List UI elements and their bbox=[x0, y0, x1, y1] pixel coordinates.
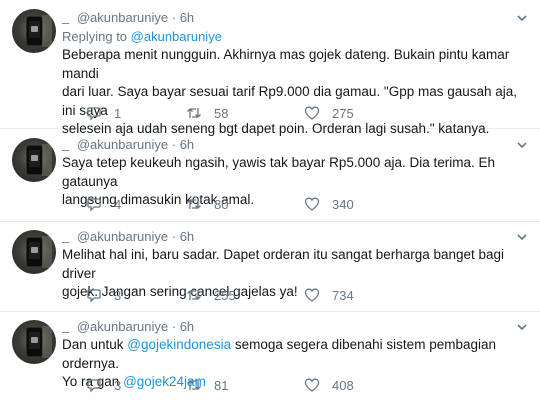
retweet-button[interactable]: 81 bbox=[186, 376, 228, 394]
tweet-text: Melihat hal ini, baru sadar. Dapet order… bbox=[62, 246, 532, 302]
handle[interactable]: @akunbaruniye bbox=[77, 10, 168, 25]
retweet-count: 81 bbox=[214, 377, 229, 393]
avatar[interactable] bbox=[12, 9, 56, 53]
reply-icon bbox=[87, 107, 101, 121]
tweet-text: Saya tetep keukeuh ngasih, yawis tak bay… bbox=[62, 154, 532, 210]
replying-to: Replying to @akunbaruniye bbox=[62, 29, 222, 44]
tweet-thread: _ @akunbaruniye · 6h Replying to @akunba… bbox=[0, 0, 540, 410]
tweet-text-line: dari luar. Saya bayar sesuai tarif Rp9.0… bbox=[62, 84, 518, 118]
chevron-down-icon[interactable] bbox=[516, 321, 528, 333]
retweet-icon bbox=[187, 108, 201, 118]
replying-label: Replying to bbox=[62, 29, 128, 44]
like-icon bbox=[304, 288, 320, 302]
reply-button[interactable]: 3 bbox=[86, 286, 121, 304]
tweet-header: _ @akunbaruniye · 6h bbox=[62, 229, 195, 244]
like-count: 275 bbox=[332, 105, 354, 121]
like-count: 734 bbox=[332, 287, 354, 303]
reply-icon bbox=[87, 379, 101, 393]
chevron-down-icon[interactable] bbox=[516, 139, 528, 151]
chevron-down-icon[interactable] bbox=[516, 12, 528, 24]
reply-count: 3 bbox=[114, 377, 122, 393]
mention-link[interactable]: @gojekindonesia bbox=[127, 337, 231, 352]
timestamp[interactable]: 6h bbox=[180, 319, 194, 334]
tweet[interactable]: _ @akunbaruniye · 6h Replying to @akunba… bbox=[0, 0, 540, 136]
tweet-header: _ @akunbaruniye · 6h bbox=[62, 10, 195, 25]
reply-count: 4 bbox=[114, 196, 122, 212]
like-button[interactable]: 408 bbox=[304, 376, 354, 394]
retweet-count: 58 bbox=[214, 105, 229, 121]
reply-button[interactable]: 1 bbox=[86, 104, 121, 122]
avatar[interactable] bbox=[12, 138, 56, 182]
tweet-text-line: Dan untuk @gojekindonesia semoga segera … bbox=[62, 337, 496, 371]
timestamp[interactable]: 6h bbox=[180, 229, 194, 244]
like-icon bbox=[304, 197, 320, 211]
tweet-text-line: Yo ra gan @gojek24jam bbox=[62, 374, 206, 389]
avatar[interactable] bbox=[12, 320, 56, 364]
tweet-text: Beberapa menit nungguin. Akhirnya mas go… bbox=[62, 46, 532, 139]
tweet-text-line: gojek. Jangan sering cancel gajelas ya! bbox=[62, 284, 298, 299]
tweet-text-line: Melihat hal ini, baru sadar. Dapet order… bbox=[62, 247, 505, 281]
tweet[interactable]: _ @akunbaruniye · 6h Saya tetep keukeuh … bbox=[0, 129, 540, 222]
replying-handle-link[interactable]: @akunbaruniye bbox=[131, 29, 222, 44]
tweet-text-line: Beberapa menit nungguin. Akhirnya mas go… bbox=[62, 47, 510, 81]
display-name[interactable]: _ bbox=[62, 319, 69, 334]
reply-count: 3 bbox=[114, 287, 122, 303]
like-icon bbox=[304, 106, 320, 120]
like-button[interactable]: 734 bbox=[304, 286, 354, 304]
like-count: 408 bbox=[332, 377, 354, 393]
like-button[interactable]: 340 bbox=[304, 195, 354, 213]
retweet-button[interactable]: 255 bbox=[186, 286, 236, 304]
tweet[interactable]: _ @akunbaruniye · 6h Dan untuk @gojekind… bbox=[0, 312, 540, 410]
display-name[interactable]: _ bbox=[62, 137, 69, 152]
retweet-button[interactable]: 58 bbox=[186, 104, 228, 122]
handle[interactable]: @akunbaruniye bbox=[77, 137, 168, 152]
handle[interactable]: @akunbaruniye bbox=[77, 229, 168, 244]
chevron-down-icon[interactable] bbox=[516, 231, 528, 243]
like-button[interactable]: 275 bbox=[304, 104, 354, 122]
tweet-text: Dan untuk @gojekindonesia semoga segera … bbox=[62, 336, 532, 392]
like-count: 340 bbox=[332, 196, 354, 212]
tweet-text-line: Saya tetep keukeuh ngasih, yawis tak bay… bbox=[62, 155, 495, 189]
retweet-count: 80 bbox=[214, 196, 229, 212]
tweet-header: _ @akunbaruniye · 6h bbox=[62, 137, 195, 152]
avatar[interactable] bbox=[12, 230, 56, 274]
tweet[interactable]: _ @akunbaruniye · 6h Melihat hal ini, ba… bbox=[0, 222, 540, 312]
retweet-icon bbox=[187, 380, 201, 390]
like-icon bbox=[304, 378, 320, 392]
timestamp[interactable]: 6h bbox=[180, 10, 194, 25]
display-name[interactable]: _ bbox=[62, 229, 69, 244]
display-name[interactable]: _ bbox=[62, 10, 69, 25]
retweet-icon bbox=[187, 290, 201, 300]
retweet-count: 255 bbox=[214, 287, 236, 303]
retweet-button[interactable]: 80 bbox=[186, 195, 228, 213]
reply-icon bbox=[87, 198, 101, 212]
handle[interactable]: @akunbaruniye bbox=[77, 319, 168, 334]
retweet-icon bbox=[187, 199, 201, 209]
reply-count: 1 bbox=[114, 105, 122, 121]
reply-icon bbox=[87, 289, 101, 303]
reply-button[interactable]: 4 bbox=[86, 195, 121, 213]
tweet-text-line: langsung dimasukin kotak amal. bbox=[62, 192, 255, 207]
timestamp[interactable]: 6h bbox=[180, 137, 194, 152]
tweet-header: _ @akunbaruniye · 6h bbox=[62, 319, 195, 334]
reply-button[interactable]: 3 bbox=[86, 376, 121, 394]
